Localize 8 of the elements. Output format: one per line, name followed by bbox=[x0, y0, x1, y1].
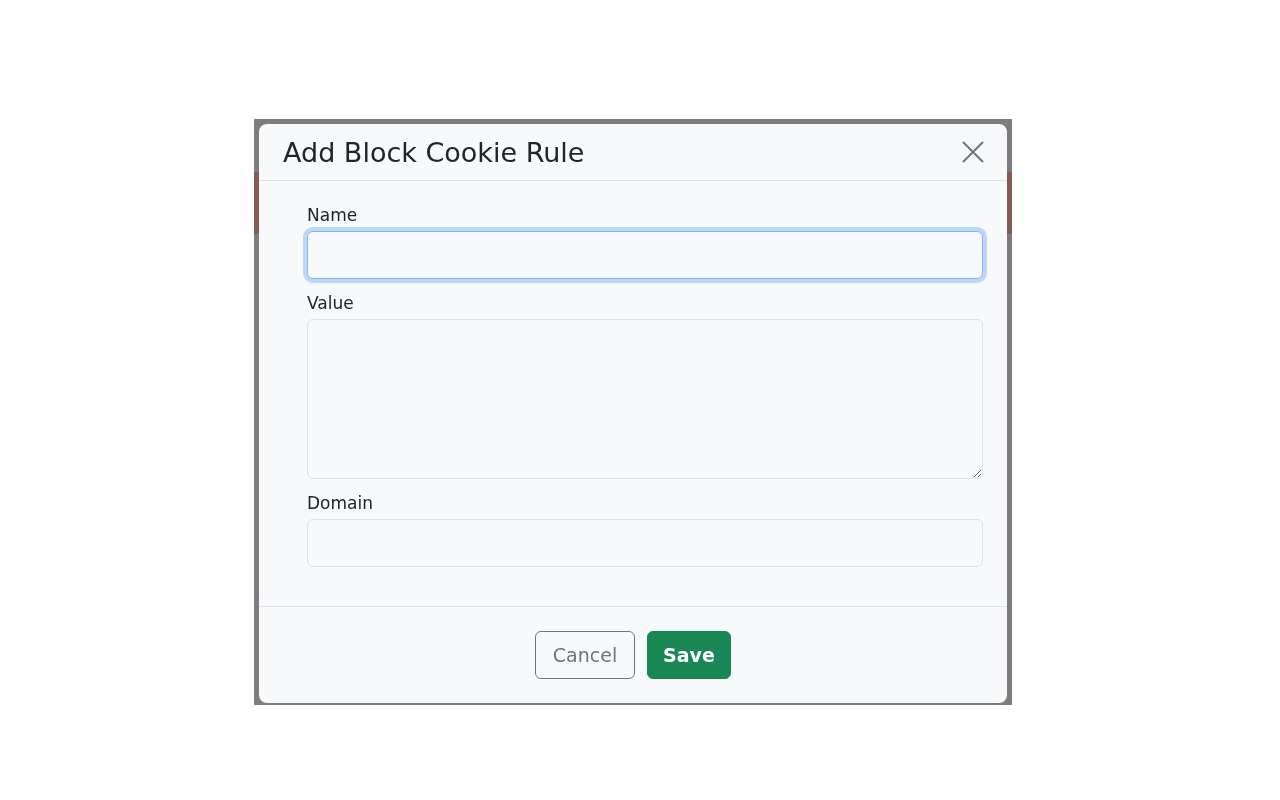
cancel-button[interactable]: Cancel bbox=[535, 631, 635, 679]
field-label: Domain bbox=[307, 493, 374, 513]
field-label: Name bbox=[307, 205, 359, 225]
input-field[interactable] bbox=[307, 231, 983, 279]
save-button[interactable]: Save bbox=[647, 631, 731, 679]
field-label: Value bbox=[307, 293, 355, 313]
text-area[interactable] bbox=[307, 319, 983, 479]
dialog-title: Add Block Cookie Rule bbox=[283, 136, 585, 168]
